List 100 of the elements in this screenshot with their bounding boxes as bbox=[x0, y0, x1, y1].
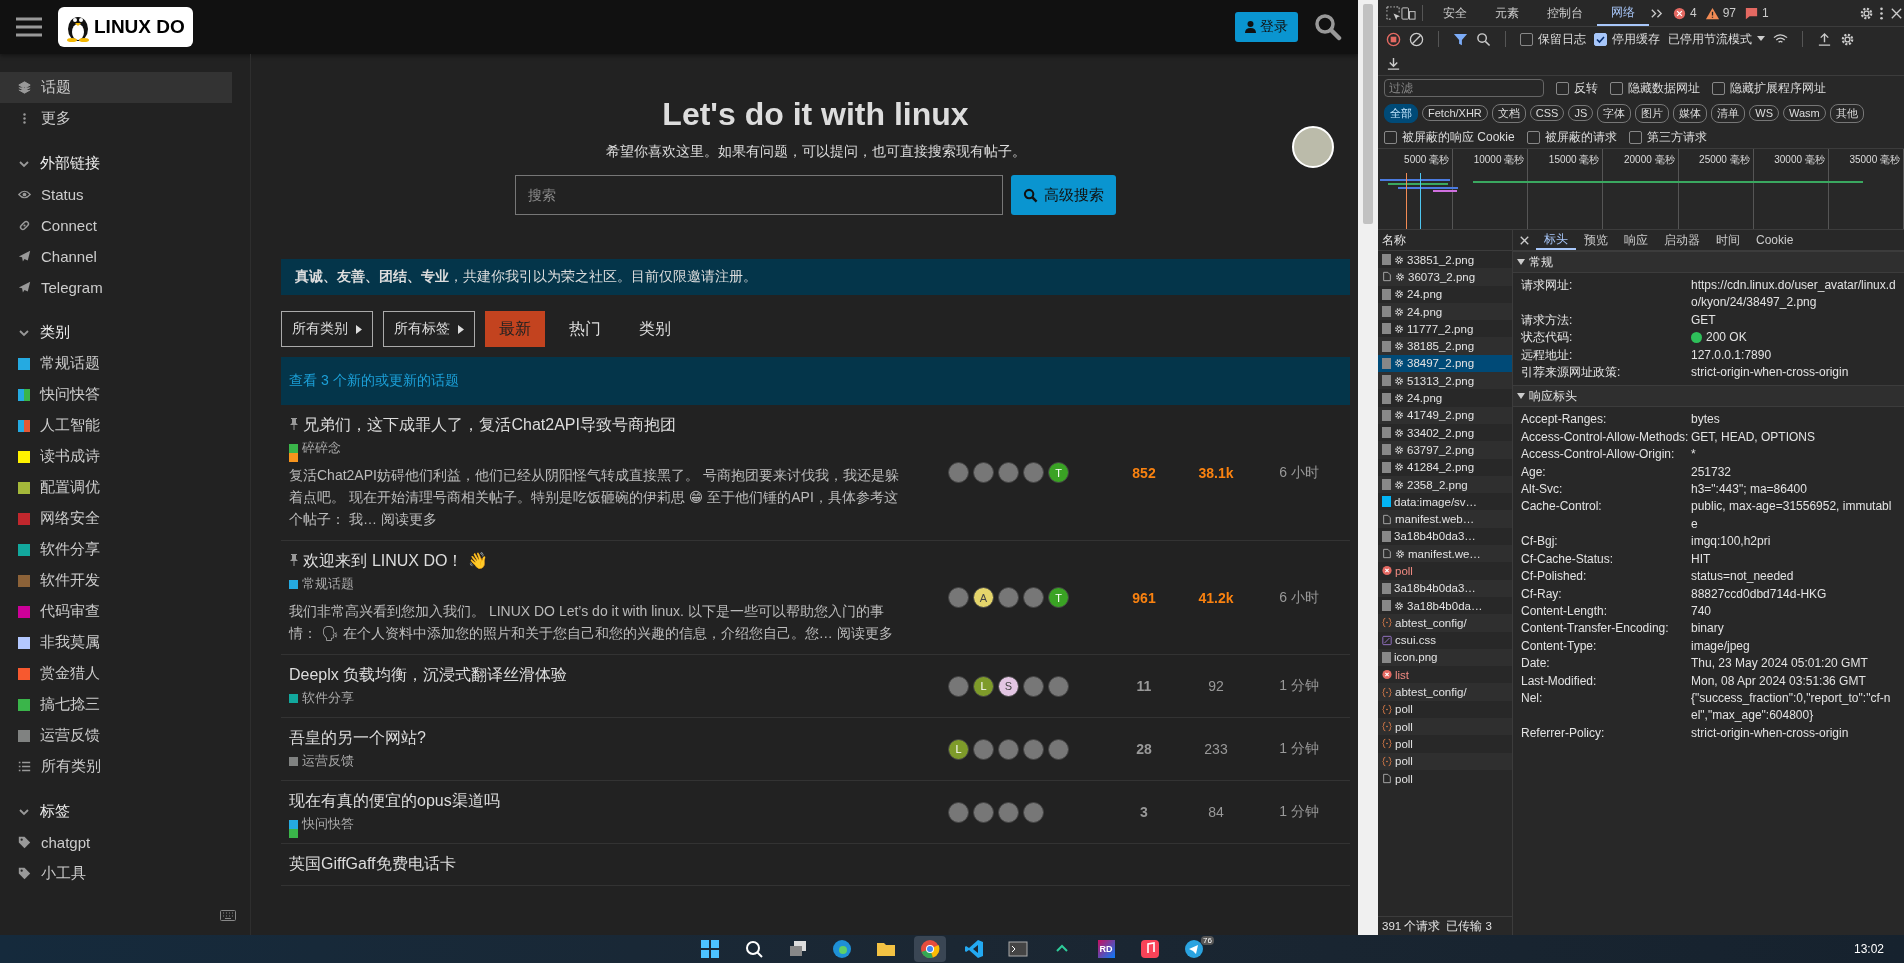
checkbox[interactable] bbox=[1384, 130, 1397, 144]
request-row[interactable]: poll bbox=[1378, 769, 1512, 788]
issue-count[interactable]: 1 bbox=[1762, 6, 1769, 20]
detail-tab[interactable]: 预览 bbox=[1576, 230, 1616, 250]
devtools-tab[interactable]: 控制台 bbox=[1533, 0, 1597, 26]
activity-time[interactable]: 1 分钟 bbox=[1256, 677, 1342, 695]
settings-icon[interactable] bbox=[1859, 5, 1874, 21]
upload-icon[interactable] bbox=[1817, 31, 1832, 47]
checkbox-label[interactable]: 隐藏扩展程序网址 bbox=[1730, 79, 1826, 97]
sidebar-item[interactable]: 网络安全 bbox=[0, 503, 232, 534]
checkbox[interactable] bbox=[1594, 32, 1607, 46]
sidebar-section-header[interactable]: 类别 bbox=[0, 317, 250, 348]
sidebar-item[interactable]: chatgpt bbox=[0, 827, 232, 858]
sidebar-item[interactable]: 小工具 bbox=[0, 858, 232, 889]
sidebar-section-header[interactable]: 外部链接 bbox=[0, 148, 250, 179]
sidebar-item[interactable]: Telegram bbox=[0, 272, 232, 303]
type-filter-chip[interactable]: 清单 bbox=[1711, 103, 1746, 123]
type-filter-chip[interactable]: 图片 bbox=[1635, 103, 1670, 123]
request-row[interactable]: poll bbox=[1378, 700, 1512, 718]
override-icon[interactable] bbox=[1394, 444, 1404, 455]
request-row[interactable]: abtest_config/ bbox=[1378, 614, 1512, 632]
type-filter-chip[interactable]: 字体 bbox=[1597, 103, 1632, 123]
sidebar-item[interactable]: Channel bbox=[0, 241, 232, 272]
checkbox-label[interactable]: 反转 bbox=[1574, 79, 1598, 97]
override-icon[interactable] bbox=[1394, 410, 1404, 421]
detail-tab[interactable]: 响应 bbox=[1616, 230, 1656, 250]
override-icon[interactable] bbox=[1394, 427, 1404, 438]
request-row[interactable]: 24.png bbox=[1378, 302, 1512, 321]
letter-avatar[interactable]: S bbox=[998, 675, 1019, 697]
checkbox[interactable] bbox=[1520, 32, 1533, 46]
request-row[interactable]: 11777_2.png bbox=[1378, 320, 1512, 338]
settings-icon[interactable] bbox=[1840, 31, 1855, 47]
override-icon[interactable] bbox=[1394, 462, 1404, 473]
error-count[interactable]: 4 bbox=[1690, 6, 1697, 20]
override-icon[interactable] bbox=[1394, 306, 1404, 317]
browser-icon[interactable] bbox=[914, 936, 946, 962]
request-row[interactable]: 41284_2.png bbox=[1378, 458, 1512, 476]
search-icon[interactable] bbox=[1314, 13, 1342, 41]
override-icon[interactable] bbox=[1394, 289, 1404, 300]
detail-tab[interactable]: Cookie bbox=[1748, 230, 1802, 250]
request-row[interactable]: 38185_2.png bbox=[1378, 337, 1512, 355]
override-icon[interactable] bbox=[1395, 548, 1405, 559]
type-filter-chip[interactable]: 文档 bbox=[1491, 103, 1526, 123]
activity-time[interactable]: 6 小时 bbox=[1256, 463, 1342, 482]
topic-category[interactable]: 碎碎念 bbox=[302, 439, 341, 457]
menu-icon[interactable] bbox=[16, 16, 42, 38]
devtools-tab[interactable]: 网络 bbox=[1597, 0, 1649, 26]
checkbox[interactable] bbox=[1556, 81, 1569, 95]
topic-category[interactable]: 快问快答 bbox=[302, 815, 354, 833]
override-icon[interactable] bbox=[1394, 393, 1404, 403]
read-more-link[interactable]: 阅读更多 bbox=[836, 625, 893, 641]
new-topics-link[interactable]: 查看 3 个新的或更新的话题 bbox=[289, 372, 459, 390]
request-row[interactable]: poll bbox=[1378, 752, 1512, 770]
sidebar-item[interactable]: 赏金猎人 bbox=[0, 658, 232, 689]
sidebar-item[interactable]: 非我莫属 bbox=[0, 627, 232, 658]
override-icon[interactable] bbox=[1394, 479, 1404, 490]
nav-tab[interactable]: 热门 bbox=[555, 311, 615, 347]
throttling-dropdown[interactable]: 已停用节流模式 bbox=[1668, 30, 1765, 48]
sidebar-item[interactable]: 读书成诗 bbox=[0, 441, 232, 472]
topic-title[interactable]: Deeplx 负载均衡，沉浸式翻译丝滑体验 bbox=[289, 665, 568, 686]
request-row[interactable]: 51313_2.png bbox=[1378, 372, 1512, 390]
device-icon[interactable] bbox=[1401, 5, 1416, 21]
topic-category[interactable]: 运营反馈 bbox=[302, 752, 354, 770]
advanced-search-button[interactable]: 高级搜索 bbox=[1011, 175, 1116, 215]
request-row[interactable]: 3a18b4b0da3… bbox=[1378, 579, 1512, 597]
sidebar-item[interactable]: 运营反馈 bbox=[0, 720, 232, 751]
type-filter-chip[interactable]: 全部 bbox=[1384, 103, 1418, 123]
sidebar-item[interactable]: 软件分享 bbox=[0, 534, 232, 565]
type-filter-chip[interactable]: 媒体 bbox=[1673, 103, 1708, 123]
override-icon[interactable] bbox=[1394, 254, 1404, 265]
sidebar-item[interactable]: Status bbox=[0, 179, 232, 210]
sidebar-item[interactable]: 话题 bbox=[0, 72, 232, 103]
request-row[interactable]: manifest.we… bbox=[1378, 545, 1512, 563]
sidebar-item[interactable]: 代码审查 bbox=[0, 596, 232, 627]
clear-icon[interactable] bbox=[1409, 31, 1424, 47]
override-icon[interactable] bbox=[1394, 375, 1404, 386]
sidebar-section-header[interactable]: 标签 bbox=[0, 796, 250, 827]
detail-tab[interactable]: 时间 bbox=[1708, 230, 1748, 250]
request-row[interactable]: 33402_2.png bbox=[1378, 423, 1512, 442]
request-row[interactable]: 3a18b4b0da… bbox=[1378, 596, 1512, 615]
type-filter-chip[interactable]: 其他 bbox=[1829, 103, 1864, 123]
request-row[interactable]: 63797_2.png bbox=[1378, 441, 1512, 459]
activity-time[interactable]: 6 小时 bbox=[1256, 588, 1342, 607]
topic-title[interactable]: 现在有真的便宜的opus渠道吗 bbox=[289, 791, 500, 812]
topic-title[interactable]: 兄弟们，这下成罪人了，复活Chat2API导致号商抱团 bbox=[289, 415, 676, 436]
override-icon[interactable] bbox=[1395, 271, 1405, 282]
devtools-tab[interactable]: 元素 bbox=[1481, 0, 1533, 26]
request-row[interactable]: icon.png bbox=[1378, 648, 1512, 667]
sidebar-item[interactable]: 更多 bbox=[0, 103, 232, 134]
checkbox-label[interactable]: 隐藏数据网址 bbox=[1628, 79, 1700, 97]
inspect-icon[interactable] bbox=[1386, 5, 1401, 21]
activity-time[interactable]: 1 分钟 bbox=[1256, 803, 1342, 821]
request-row[interactable]: 24.png bbox=[1378, 285, 1512, 303]
checkbox-label[interactable]: 被屏蔽的请求 bbox=[1544, 128, 1617, 146]
sidebar-item[interactable]: 人工智能 bbox=[0, 410, 232, 441]
checkbox[interactable] bbox=[1712, 81, 1725, 95]
sidebar-item[interactable]: 搞七捻三 bbox=[0, 689, 232, 720]
read-more-link[interactable]: 阅读更多 bbox=[380, 511, 437, 527]
filter-dropdown[interactable]: 所有类别 bbox=[281, 311, 373, 347]
keyboard-icon[interactable] bbox=[220, 910, 236, 921]
